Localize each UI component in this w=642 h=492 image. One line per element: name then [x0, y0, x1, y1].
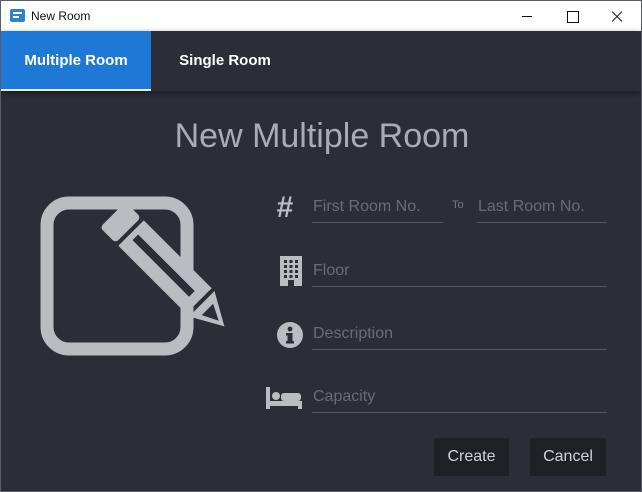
building-icon	[280, 256, 302, 286]
maximize-icon[interactable]	[549, 1, 594, 31]
capacity-field[interactable]	[312, 383, 607, 413]
new-room-window: New Room Multiple Room Single Room New M…	[0, 0, 642, 492]
create-button[interactable]: Create	[434, 438, 509, 476]
floor-field[interactable]	[312, 257, 607, 287]
first-room-field[interactable]	[312, 193, 443, 223]
hash-icon: #	[276, 191, 294, 224]
description-input[interactable]	[312, 320, 607, 348]
cancel-button[interactable]: Cancel	[530, 438, 606, 476]
tab-bar: Multiple Room Single Room	[1, 31, 641, 91]
floor-input[interactable]	[312, 257, 607, 285]
capacity-input[interactable]	[312, 383, 607, 411]
minimize-icon[interactable]	[504, 1, 549, 31]
to-label: To	[452, 199, 464, 211]
tab-multiple-room[interactable]: Multiple Room	[1, 31, 151, 91]
app-window-icon	[10, 9, 25, 22]
last-room-field[interactable]	[477, 193, 607, 223]
title-bar[interactable]: New Room	[1, 1, 641, 31]
page-title: New Multiple Room	[174, 117, 470, 155]
edit-pencil-square-icon	[40, 191, 247, 356]
form-panel: New Multiple Room # To	[1, 91, 641, 491]
tab-single-room[interactable]: Single Room	[151, 31, 299, 91]
close-icon[interactable]	[594, 1, 639, 31]
info-circle-icon	[277, 322, 303, 348]
bed-icon	[266, 387, 302, 409]
first-room-input[interactable]	[312, 193, 443, 221]
description-field[interactable]	[312, 320, 607, 350]
window-title: New Room	[31, 9, 91, 23]
last-room-input[interactable]	[477, 193, 607, 221]
